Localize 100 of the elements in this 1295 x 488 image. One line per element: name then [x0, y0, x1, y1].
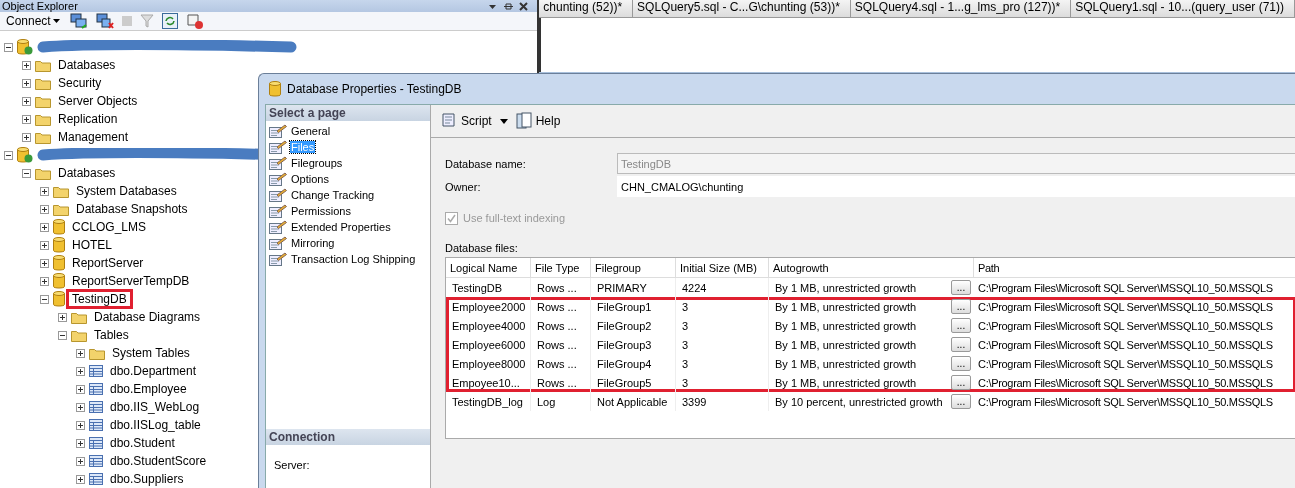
- collapse-icon[interactable]: [4, 42, 13, 52]
- page-list-item[interactable]: Change Tracking: [290, 189, 376, 201]
- expand-icon[interactable]: [40, 276, 49, 286]
- table-icon: [89, 473, 103, 485]
- folder-icon: [35, 166, 51, 180]
- tree-item[interactable]: dbo.Suppliers: [104, 469, 190, 488]
- expand-icon[interactable]: [22, 114, 31, 124]
- tree-item[interactable]: Database Diagrams: [88, 307, 207, 327]
- expand-icon[interactable]: [76, 456, 85, 466]
- table-cell: Rows ...: [531, 316, 591, 335]
- page-list-item[interactable]: General: [290, 125, 332, 137]
- tree-item[interactable]: Databases: [52, 163, 122, 183]
- expand-icon[interactable]: [40, 204, 49, 214]
- table-cell-text: C:\Program Files\Microsoft SQL Server\MSSQL10_50.MSSQLS: [977, 281, 1274, 294]
- column-header[interactable]: File Type: [531, 258, 591, 277]
- column-header[interactable]: Initial Size (MB): [676, 258, 769, 277]
- owner-field[interactable]: CHN_CMALOG\chunting: [617, 176, 1295, 197]
- document-tab[interactable]: SQLQuery1.sql - 10...(query_user (71)): [1071, 0, 1295, 17]
- expand-icon[interactable]: [40, 258, 49, 268]
- tree-item[interactable]: Management: [52, 127, 135, 147]
- tree-item[interactable]: System Tables: [106, 343, 196, 363]
- dropdown-caret-icon[interactable]: [499, 118, 508, 124]
- document-tab[interactable]: SQLQuery4.sql - 1...g_lms_pro (127))*: [850, 0, 1072, 17]
- expand-icon[interactable]: [76, 402, 85, 412]
- page-list-item[interactable]: Options: [290, 173, 330, 185]
- help-button[interactable]: Help: [515, 112, 561, 130]
- browse-button[interactable]: ...: [951, 280, 971, 295]
- script-button[interactable]: Script: [439, 112, 492, 130]
- expand-icon[interactable]: [76, 384, 85, 394]
- collapse-icon[interactable]: [40, 294, 49, 304]
- tree-item[interactable]: ReportServerTempDB: [66, 271, 196, 291]
- database-server-icon: [17, 39, 33, 55]
- expand-icon[interactable]: [22, 96, 31, 106]
- table-cell: 3399: [676, 392, 769, 411]
- tree-item[interactable]: dbo.Student: [104, 433, 181, 453]
- tree-item[interactable]: Database Snapshots: [70, 199, 194, 219]
- column-header[interactable]: Filegroup: [591, 258, 676, 277]
- browse-button[interactable]: ...: [951, 375, 971, 390]
- column-header[interactable]: Autogrowth: [769, 258, 974, 277]
- property-page-icon: [269, 124, 287, 138]
- database-icon: [53, 255, 65, 271]
- server-label: Server:: [274, 459, 310, 471]
- table-cell: Rows ...: [531, 335, 591, 354]
- expand-icon[interactable]: [40, 240, 49, 250]
- tree-item[interactable]: HOTEL: [66, 235, 118, 255]
- collapse-icon[interactable]: [22, 168, 31, 178]
- connect-servers-icon[interactable]: [69, 13, 88, 29]
- tree-item[interactable]: Replication: [52, 109, 124, 129]
- window-controls-icon[interactable]: [489, 1, 530, 11]
- tree-item[interactable]: dbo.StudentScore: [104, 451, 213, 471]
- expand-icon[interactable]: [76, 438, 85, 448]
- property-page-icon: [269, 252, 287, 266]
- tree-item[interactable]: Tables: [88, 325, 135, 345]
- document-tab[interactable]: SQLQuery5.sql - C...G\chunting (53))*: [633, 0, 851, 17]
- tree-item[interactable]: CCLOG_LMS: [66, 217, 153, 237]
- browse-button[interactable]: ...: [951, 318, 971, 333]
- collapse-icon[interactable]: [58, 330, 67, 340]
- table-cell: Rows ...: [531, 373, 591, 392]
- page-list-item[interactable]: Filegroups: [290, 157, 344, 169]
- disconnect-icon[interactable]: [95, 13, 114, 29]
- expand-icon[interactable]: [40, 186, 49, 196]
- tree-item[interactable]: ReportServer: [66, 253, 150, 273]
- tree-item[interactable]: Security: [52, 73, 108, 93]
- tree-item[interactable]: dbo.Employee: [104, 379, 193, 399]
- refresh-icon[interactable]: [161, 13, 178, 29]
- tree-item[interactable]: System Databases: [70, 181, 183, 201]
- expand-icon[interactable]: [22, 132, 31, 142]
- column-header[interactable]: Logical Name: [446, 258, 531, 277]
- table-cell-text: C:\Program Files\Microsoft SQL Server\MSSQL10_50.MSSQLS: [977, 357, 1274, 370]
- table-icon: [89, 455, 103, 467]
- expand-icon[interactable]: [22, 78, 31, 88]
- table-cell: 3: [676, 373, 769, 392]
- expand-icon[interactable]: [76, 474, 85, 484]
- page-list-item[interactable]: Permissions: [290, 205, 352, 217]
- table-cell: By 1 MB, unrestricted growth: [775, 300, 917, 313]
- page-list-item[interactable]: Transaction Log Shipping: [290, 253, 417, 265]
- tree-item[interactable]: TestingDB: [66, 289, 133, 309]
- document-tab[interactable]: chunting (52))*: [539, 0, 634, 17]
- collapse-icon[interactable]: [4, 150, 13, 160]
- browse-button[interactable]: ...: [951, 337, 971, 352]
- script-delete-icon[interactable]: [185, 13, 204, 29]
- expand-icon[interactable]: [22, 60, 31, 70]
- expand-icon[interactable]: [40, 222, 49, 232]
- table-icon: [89, 383, 103, 395]
- tree-item[interactable]: dbo.Department: [104, 361, 203, 381]
- tree-item[interactable]: dbo.IIS_WebLog: [104, 397, 206, 417]
- connect-button[interactable]: Connect: [4, 14, 62, 28]
- expand-icon[interactable]: [58, 312, 67, 322]
- browse-button[interactable]: ...: [951, 299, 971, 314]
- expand-icon[interactable]: [76, 366, 85, 376]
- tree-item[interactable]: dbo.IISLog_table: [104, 415, 207, 435]
- expand-icon[interactable]: [76, 348, 85, 358]
- tree-item[interactable]: Databases: [52, 55, 122, 75]
- browse-button[interactable]: ...: [951, 394, 971, 409]
- page-list-item[interactable]: Mirroring: [290, 237, 336, 249]
- page-list-item[interactable]: Extended Properties: [290, 221, 392, 233]
- expand-icon[interactable]: [76, 420, 85, 430]
- column-header[interactable]: Path: [974, 261, 1295, 274]
- tree-item[interactable]: Server Objects: [52, 91, 144, 111]
- browse-button[interactable]: ...: [951, 356, 971, 371]
